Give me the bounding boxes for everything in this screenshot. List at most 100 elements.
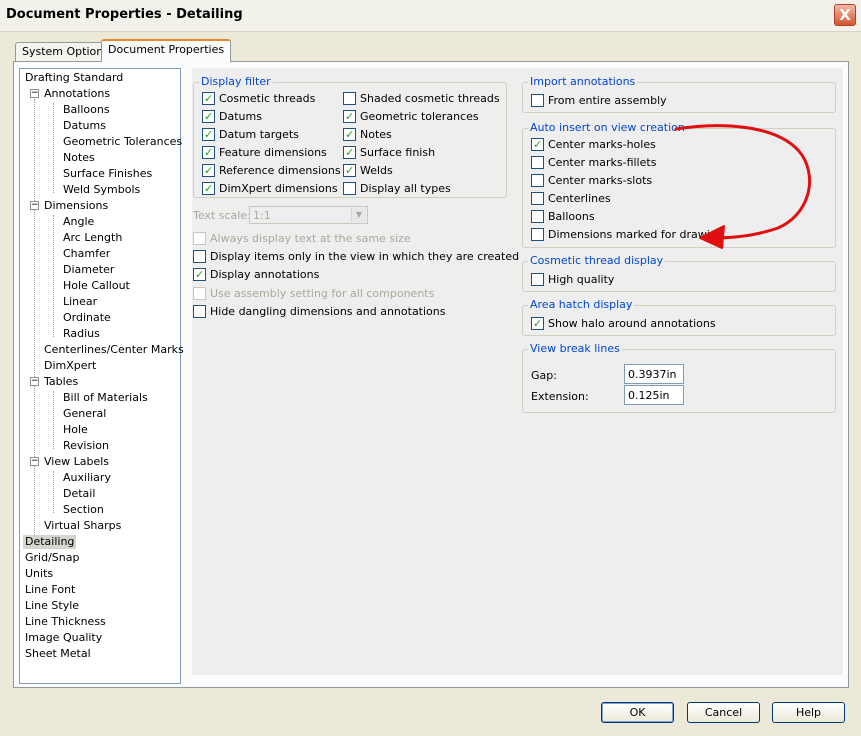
checkbox-label: Shaded cosmetic threads (360, 92, 500, 105)
checkbox-label: Geometric tolerances (360, 110, 479, 123)
tree-item-notes[interactable]: Notes (61, 151, 97, 165)
checkbox-welds[interactable]: Welds (343, 164, 393, 178)
checkbox-datums[interactable]: Datums (202, 110, 262, 124)
tree-item-line-font[interactable]: Line Font (23, 583, 77, 597)
tree-item-detailing[interactable]: Detailing (23, 535, 77, 549)
options-tree[interactable]: − − − − Drafting Standard Annotations Ba… (19, 68, 184, 684)
checkbox-notes[interactable]: Notes (343, 128, 392, 142)
tree-item-chamfer[interactable]: Chamfer (61, 247, 112, 261)
tree-item-section[interactable]: Section (61, 503, 106, 517)
checkbox-empty-icon[interactable] (193, 305, 206, 318)
extension-input[interactable] (624, 385, 684, 405)
tree-item-dimxpert[interactable]: DimXpert (42, 359, 98, 373)
tree-item-diameter[interactable]: Diameter (61, 263, 116, 277)
checkbox-empty-icon[interactable] (343, 92, 356, 105)
tree-item-bill-of-materials[interactable]: Bill of Materials (61, 391, 150, 405)
checkbox-checked-icon[interactable] (202, 110, 215, 123)
checkbox-dimxpert-dimensions[interactable]: DimXpert dimensions (202, 182, 338, 196)
checkbox-empty-icon[interactable] (343, 182, 356, 195)
tree-item-annotations[interactable]: Annotations (42, 87, 112, 101)
tree-item-geometric-tolerances[interactable]: Geometric Tolerances (61, 135, 184, 149)
checkbox-empty-icon[interactable] (531, 210, 544, 223)
text-scale-select[interactable]: 1:1 ▼ (249, 206, 368, 224)
checkbox-empty-icon[interactable] (531, 94, 544, 107)
checkbox-empty-icon[interactable] (531, 192, 544, 205)
checkbox-checked-icon[interactable] (202, 164, 215, 177)
checkbox-empty-icon (193, 232, 206, 245)
checkbox-show-halo-around-annotations[interactable]: Show halo around annotations (531, 317, 716, 331)
ok-button[interactable]: OK (601, 702, 674, 723)
checkbox-checked-icon[interactable] (343, 110, 356, 123)
cancel-button[interactable]: Cancel (687, 702, 760, 723)
checkbox-center-marks-slots[interactable]: Center marks-slots (531, 174, 652, 188)
collapse-icon[interactable]: − (30, 201, 39, 210)
checkbox-from-entire-assembly[interactable]: From entire assembly (531, 94, 667, 108)
tree-item-arc-length[interactable]: Arc Length (61, 231, 124, 245)
tree-item-grid-snap[interactable]: Grid/Snap (23, 551, 81, 565)
checkbox-balloons[interactable]: Balloons (531, 210, 595, 224)
checkbox-checked-icon[interactable] (531, 317, 544, 330)
tree-item-general[interactable]: General (61, 407, 108, 421)
tree-item-tables[interactable]: Tables (42, 375, 80, 389)
tree-item-centerlines[interactable]: Centerlines/Center Marks (42, 343, 186, 357)
checkbox-checked-icon[interactable] (202, 92, 215, 105)
checkbox-center-marks-fillets[interactable]: Center marks-fillets (531, 156, 656, 170)
checkbox-feature-dimensions[interactable]: Feature dimensions (202, 146, 327, 160)
checkbox-checked-icon[interactable] (343, 146, 356, 159)
gap-input[interactable] (624, 364, 684, 384)
checkbox-hide-dangling-dimensions-and-annotations[interactable]: Hide dangling dimensions and annotations (193, 305, 446, 319)
tree-item-weld-symbols[interactable]: Weld Symbols (61, 183, 142, 197)
help-button[interactable]: Help (772, 702, 845, 723)
tree-item-view-labels[interactable]: View Labels (42, 455, 111, 469)
tab-document-properties[interactable]: Document Properties (101, 39, 232, 62)
tree-item-angle[interactable]: Angle (61, 215, 96, 229)
tree-item-linear[interactable]: Linear (61, 295, 99, 309)
tree-item-hole[interactable]: Hole (61, 423, 90, 437)
checkbox-reference-dimensions[interactable]: Reference dimensions (202, 164, 341, 178)
tree-item-detail[interactable]: Detail (61, 487, 97, 501)
tree-item-image-quality[interactable]: Image Quality (23, 631, 104, 645)
checkbox-centerlines[interactable]: Centerlines (531, 192, 611, 206)
tree-item-revision[interactable]: Revision (61, 439, 111, 453)
tree-item-datums[interactable]: Datums (61, 119, 108, 133)
tree-item-line-thickness[interactable]: Line Thickness (23, 615, 108, 629)
checkbox-checked-icon[interactable] (531, 138, 544, 151)
checkbox-display-annotations[interactable]: Display annotations (193, 268, 319, 282)
collapse-icon[interactable]: − (30, 457, 39, 466)
checkbox-center-marks-holes[interactable]: Center marks-holes (531, 138, 656, 152)
checkbox-shaded-cosmetic-threads[interactable]: Shaded cosmetic threads (343, 92, 500, 106)
checkbox-checked-icon[interactable] (202, 146, 215, 159)
checkbox-checked-icon[interactable] (343, 164, 356, 177)
tree-item-surface-finishes[interactable]: Surface Finishes (61, 167, 154, 181)
collapse-icon[interactable]: − (30, 89, 39, 98)
checkbox-empty-icon[interactable] (531, 273, 544, 286)
tree-item-units[interactable]: Units (23, 567, 55, 581)
tree-item-sheet-metal[interactable]: Sheet Metal (23, 647, 93, 661)
checkbox-geometric-tolerances[interactable]: Geometric tolerances (343, 110, 479, 124)
tree-item-auxiliary[interactable]: Auxiliary (61, 471, 113, 485)
checkbox-checked-icon[interactable] (193, 268, 206, 281)
checkbox-checked-icon[interactable] (202, 182, 215, 195)
checkbox-checked-icon[interactable] (343, 128, 356, 141)
checkbox-checked-icon[interactable] (202, 128, 215, 141)
tree-item-virtual-sharps[interactable]: Virtual Sharps (42, 519, 123, 533)
tree-item-line-style[interactable]: Line Style (23, 599, 81, 613)
tree-item-drafting-standard[interactable]: Drafting Standard (23, 71, 125, 85)
checkbox-empty-icon[interactable] (531, 156, 544, 169)
checkbox-display-items-only-in-the-view-in-which-they-are-created[interactable]: Display items only in the view in which … (193, 250, 519, 264)
checkbox-high-quality[interactable]: High quality (531, 273, 614, 287)
checkbox-empty-icon[interactable] (193, 250, 206, 263)
close-button[interactable]: X (834, 4, 856, 26)
checkbox-datum-targets[interactable]: Datum targets (202, 128, 299, 142)
tree-item-hole-callout[interactable]: Hole Callout (61, 279, 132, 293)
tree-item-ordinate[interactable]: Ordinate (61, 311, 113, 325)
collapse-icon[interactable]: − (30, 377, 39, 386)
checkbox-surface-finish[interactable]: Surface finish (343, 146, 435, 160)
checkbox-cosmetic-threads[interactable]: Cosmetic threads (202, 92, 315, 106)
tree-item-radius[interactable]: Radius (61, 327, 102, 341)
checkbox-empty-icon[interactable] (531, 174, 544, 187)
checkbox-empty-icon[interactable] (531, 228, 544, 241)
checkbox-display-all-types[interactable]: Display all types (343, 182, 451, 196)
tree-item-dimensions[interactable]: Dimensions (42, 199, 110, 213)
tree-item-balloons[interactable]: Balloons (61, 103, 112, 117)
